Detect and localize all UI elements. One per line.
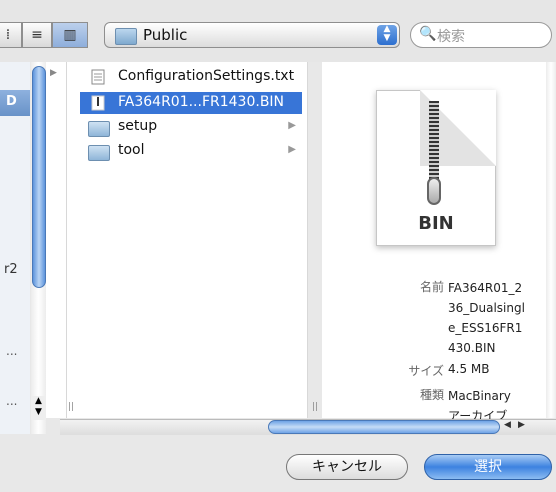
folder-icon [88,145,110,161]
column-divider[interactable] [307,62,308,418]
magnifier-icon: 🔍 [419,26,437,42]
info-value-line: 36_Dualsingl [448,301,525,315]
search-placeholder: 検索 [437,29,465,45]
sidebar-label[interactable]: ... [6,394,17,408]
preview-scrollbar[interactable] [546,62,556,418]
folder-name: setup [118,118,158,134]
icon-view-button[interactable]: ⁞ [0,22,22,48]
file-name: ConfigurationSettings.txt [118,68,295,84]
sidebar-label[interactable]: ... [6,344,17,358]
binary-file-icon [91,95,105,111]
search-field[interactable]: 🔍 検索 [410,22,552,48]
list-item[interactable]: setup ▶ [80,116,302,138]
zipper-pull-icon [427,177,441,205]
scroll-left-arrow-icon[interactable]: ◀ [504,420,511,430]
list-item-selected[interactable]: FA364R01...FR1430.BIN [80,92,302,114]
zipper-icon [429,101,439,181]
info-value-line: 430.BIN [448,341,496,355]
bin-file-preview: BIN [376,90,496,246]
sidebar [0,62,30,434]
scroll-right-arrow-icon[interactable]: ▶ [518,420,525,430]
popup-arrows-icon: ▲ ▼ [377,25,397,45]
info-value-line: FA364R01_2 [448,281,523,295]
scroll-arrows[interactable]: ▲ ▼ [31,396,46,420]
choose-button[interactable]: 選択 [424,454,552,480]
disclosure-arrow-icon: ▶ [288,120,296,131]
info-key-name: 名前 [419,280,444,294]
columns-icon: ▥ [63,27,77,43]
info-value-size: 4.5 MB [448,362,490,376]
folder-icon [88,121,110,137]
folder-icon [115,28,137,45]
info-key-size: サイズ [408,364,444,378]
file-type-label: BIN [418,213,454,234]
list-item[interactable]: tool ▶ [80,140,302,162]
info-key-kind: 種類 [419,388,444,402]
disclosure-arrow-icon: ▶ [288,144,296,155]
list-icon: ≡ [31,27,43,43]
info-value-name: FA364R01_2 36_Dualsingl e_ESS16FR1 430.B… [448,278,525,358]
sidebar-label[interactable]: r2 [4,262,18,277]
folder-name: tool [118,142,145,158]
info-value-line: e_ESS16FR1 [448,321,523,335]
column-resize-handle[interactable]: || [312,402,318,412]
text-file-icon [91,69,105,85]
list-view-button[interactable]: ≡ [22,22,52,48]
scroll-thumb[interactable] [32,66,46,288]
file-name: FA364R01...FR1430.BIN [118,94,285,110]
column-view-button[interactable]: ▥ [52,22,88,48]
info-value-line: MacBinary [448,389,511,403]
column-resize-handle[interactable]: || [68,402,74,412]
sidebar-label: D [6,94,17,109]
location-label: Public [143,26,188,44]
list-item[interactable]: ConfigurationSettings.txt [80,66,302,88]
sidebar-selected-item[interactable]: D [0,90,30,116]
location-popup[interactable]: Public ▲ ▼ [104,22,400,48]
column-strip: ▶ [46,62,66,418]
horizontal-scroll-thumb[interactable] [268,420,500,434]
cancel-button[interactable]: キャンセル [286,454,408,480]
